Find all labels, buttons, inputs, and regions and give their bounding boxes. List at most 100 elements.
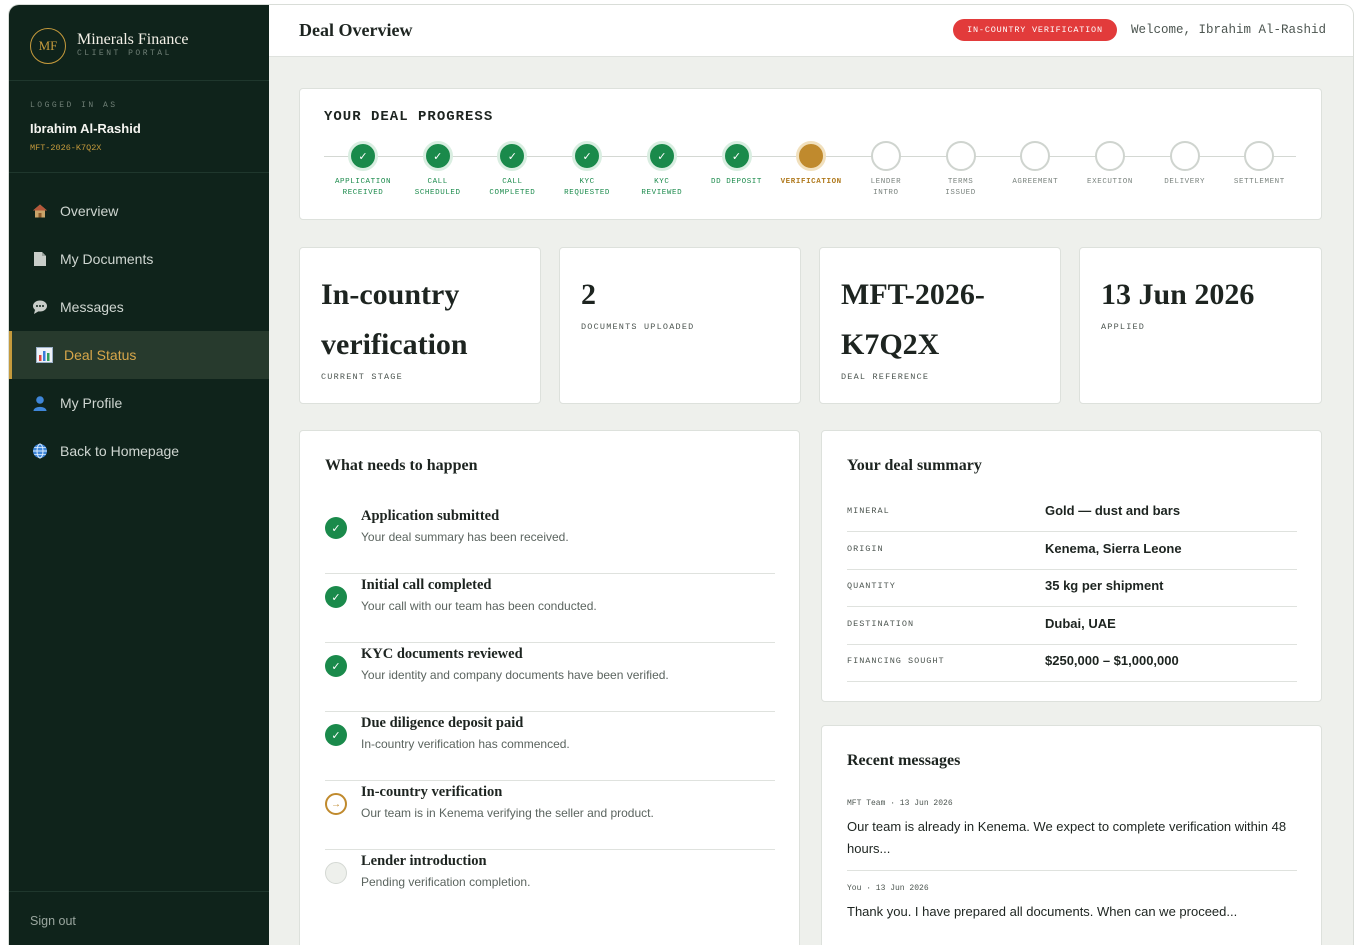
stat-card-documents-uploaded: 2 DOCUMENTS UPLOADED bbox=[559, 247, 801, 404]
check-icon: ✓ bbox=[422, 141, 453, 171]
status-badge: IN-COUNTRY VERIFICATION bbox=[953, 19, 1117, 41]
progress-step-label-line: CALL bbox=[502, 178, 523, 186]
summary-row: QUANTITY 35 kg per shipment bbox=[847, 569, 1297, 607]
step-circle-icon bbox=[1244, 141, 1275, 171]
progress-step: ✓ APPLICATION RECEIVED bbox=[323, 141, 403, 199]
stat-value-line: MFT-2026- bbox=[841, 278, 985, 311]
chat-bubble-icon bbox=[31, 298, 49, 316]
summary-key: QUANTITY bbox=[847, 581, 896, 591]
progress-step: ✓ CALL SCHEDULED bbox=[398, 141, 478, 199]
sidebar-item-messages[interactable]: Messages bbox=[9, 283, 269, 331]
progress-step-label-line: AGREEMENT bbox=[1012, 178, 1059, 186]
progress-step-label-line: KYC bbox=[579, 178, 595, 186]
summary-value: Dubai, UAE bbox=[1045, 615, 1116, 631]
summary-key: ORIGIN bbox=[847, 543, 884, 554]
step-circle-icon bbox=[1020, 141, 1051, 171]
progress-step: SETTLEMENT bbox=[1219, 141, 1299, 188]
progress-step-label-line: DD DEPOSIT bbox=[710, 178, 762, 186]
progress-step-label-line: VERIFICATION bbox=[780, 178, 842, 186]
progress-step: EXECUTION bbox=[1070, 141, 1150, 188]
deal-progress-card: YOUR DEAL PROGRESS ✓ APPLICATION RECEIVED ✓… bbox=[299, 88, 1322, 220]
message-divider bbox=[847, 870, 1297, 871]
message-item[interactable]: You · 13 Jun 2026 Thank you. I have prep… bbox=[847, 884, 1297, 923]
progress-step-label: TERMS ISSUED bbox=[921, 177, 1001, 199]
stat-label: CURRENT STAGE bbox=[321, 372, 403, 382]
progress-step-label: CALL COMPLETED bbox=[472, 177, 552, 199]
task-title: Lender introduction bbox=[361, 853, 487, 869]
sidebar-item-my-profile[interactable]: My Profile bbox=[9, 379, 269, 427]
house-icon bbox=[31, 202, 49, 220]
progress-step: ✓ CALL COMPLETED bbox=[472, 141, 552, 199]
progress-step: ✓ KYC REQUESTED bbox=[547, 141, 627, 199]
progress-step: DELIVERY bbox=[1145, 141, 1225, 188]
stat-value-line: verification bbox=[321, 328, 468, 361]
stat-label: DEAL REFERENCE bbox=[841, 372, 930, 382]
sidebar-nav: Overview My Documents Messages Deal Stat… bbox=[9, 187, 269, 475]
progress-step-label-line: KYC bbox=[654, 178, 670, 186]
summary-row: MINERAL Gold — dust and bars bbox=[847, 494, 1297, 532]
user-name: Ibrahim Al-Rashid bbox=[30, 121, 141, 136]
message-meta: MFT Team · 13 Jun 2026 bbox=[847, 799, 953, 808]
progress-step: AGREEMENT bbox=[995, 141, 1075, 188]
check-icon: ✓ bbox=[325, 517, 347, 539]
stat-value: 13 Jun 2026 bbox=[1101, 278, 1255, 311]
document-icon bbox=[31, 250, 49, 268]
message-item[interactable]: MFT Team · 13 Jun 2026 Our team is alrea… bbox=[847, 799, 1297, 860]
progress-step-label-line: RECEIVED bbox=[342, 189, 384, 197]
task-item: ✓ KYC documents reviewed Your identity and… bbox=[325, 643, 775, 712]
sign-out-link[interactable]: Sign out bbox=[30, 914, 76, 928]
task-item: Lender introduction Pending verification … bbox=[325, 850, 775, 919]
task-item: → In-country verification Our team is in K… bbox=[325, 781, 775, 850]
task-item: ✓ Initial call completed Your call with ou… bbox=[325, 574, 775, 643]
card-title: Recent messages bbox=[847, 752, 961, 769]
check-icon: ✓ bbox=[325, 655, 347, 677]
task-title: KYC documents reviewed bbox=[361, 646, 523, 662]
message-meta: You · 13 Jun 2026 bbox=[847, 884, 929, 893]
step-circle-icon bbox=[796, 141, 827, 171]
summary-value: $250,000 – $1,000,000 bbox=[1045, 653, 1179, 668]
progress-step-label-line: SETTLEMENT bbox=[1233, 178, 1285, 186]
sidebar-item-back-to-homepage[interactable]: Back to Homepage bbox=[9, 427, 269, 475]
app-window: MF Minerals Finance CLIENT PORTAL LOGGED… bbox=[9, 5, 1353, 945]
stat-value: 2 bbox=[581, 278, 596, 311]
stat-value-line: K7Q2X bbox=[841, 328, 940, 361]
progress-step: LENDER INTRO bbox=[846, 141, 926, 199]
globe-icon bbox=[31, 442, 49, 460]
card-title: Your deal summary bbox=[847, 457, 982, 474]
brand-monogram: MF bbox=[30, 28, 66, 64]
stat-label: DOCUMENTS UPLOADED bbox=[581, 322, 695, 332]
what-needs-to-happen-card: What needs to happen ✓ Application submit… bbox=[299, 430, 800, 945]
deal-progress-title: YOUR DEAL PROGRESS bbox=[324, 109, 494, 125]
task-title: In-country verification bbox=[361, 784, 503, 800]
progress-step: ✓ DD DEPOSIT bbox=[697, 141, 777, 188]
progress-step-label-line: INTRO bbox=[873, 189, 899, 197]
task-description: In-country verification has commenced. bbox=[361, 737, 570, 751]
step-circle-icon bbox=[945, 141, 976, 171]
progress-step-label-line: DELIVERY bbox=[1164, 178, 1206, 186]
task-description: Your identity and company documents have… bbox=[361, 668, 669, 682]
summary-key: DESTINATION bbox=[847, 618, 915, 629]
task-description: Our team is in Kenema verifying the sell… bbox=[361, 806, 654, 820]
sidebar-item-deal-status[interactable]: Deal Status bbox=[9, 331, 269, 379]
progress-step-label: KYC REVIEWED bbox=[622, 177, 702, 199]
step-circle-icon bbox=[1095, 141, 1125, 171]
brand-logo[interactable]: MF Minerals Finance CLIENT PORTAL bbox=[9, 5, 269, 81]
sidebar-item-overview[interactable]: Overview bbox=[9, 187, 269, 235]
user-block: LOGGED IN AS Ibrahim Al-Rashid MFT-2026-… bbox=[9, 81, 269, 173]
summary-key: FINANCING SOUGHT bbox=[847, 656, 945, 666]
task-title: Application submitted bbox=[361, 508, 500, 524]
progress-step-label: DELIVERY bbox=[1145, 177, 1225, 188]
check-icon: ✓ bbox=[572, 141, 603, 171]
progress-step-label-line: COMPLETED bbox=[489, 189, 536, 197]
pending-circle-icon bbox=[325, 862, 347, 884]
check-icon: ✓ bbox=[325, 586, 347, 608]
progress-step: ✓ KYC REVIEWED bbox=[622, 141, 702, 199]
summary-key: MINERAL bbox=[847, 506, 890, 516]
sidebar-item-my-documents[interactable]: My Documents bbox=[9, 235, 269, 283]
stat-label: APPLIED bbox=[1101, 322, 1146, 332]
progress-step-label-line: TERMS bbox=[947, 178, 974, 186]
task-title: Initial call completed bbox=[361, 577, 492, 593]
check-icon: ✓ bbox=[348, 141, 378, 171]
stat-card-applied: 13 Jun 2026 APPLIED bbox=[1079, 247, 1322, 404]
sidebar-item-label: Back to Homepage bbox=[60, 443, 180, 459]
